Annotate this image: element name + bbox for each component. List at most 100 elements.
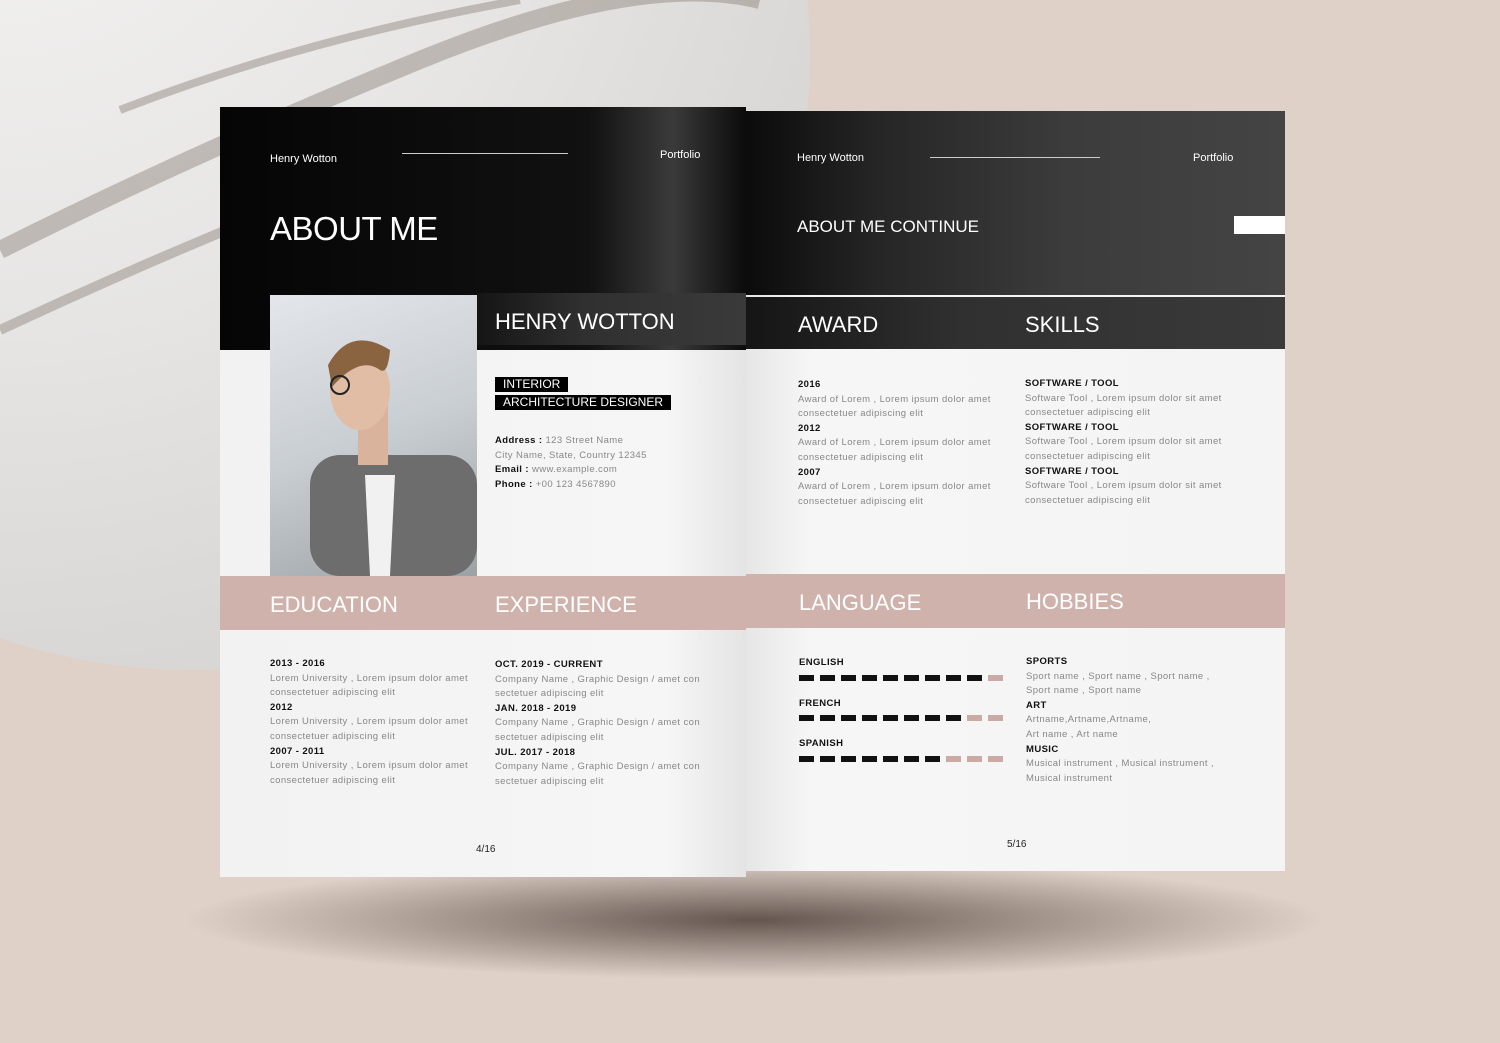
level-segment <box>820 755 835 762</box>
level-segment <box>946 755 961 762</box>
entry-text: Musical instrument , Musical instrument … <box>1026 758 1214 770</box>
level-segment <box>883 674 898 681</box>
language-level-bar <box>799 674 1003 681</box>
brochure-shadow <box>180 860 1330 980</box>
entry-heading: 2012 <box>798 422 821 434</box>
level-segment <box>820 715 835 722</box>
entry-text: Award of Lorem , Lorem ipsum dolor amet <box>798 437 991 449</box>
level-segment <box>967 755 982 762</box>
entry-text: Company Name , Graphic Design / amet con <box>495 761 701 773</box>
level-segment <box>862 715 877 722</box>
entry-heading: SOFTWARE / TOOL <box>1025 465 1119 477</box>
entry-text: Company Name , Graphic Design / amet con <box>495 717 701 729</box>
entry-text: Award of Lorem , Lorem ipsum dolor amet <box>798 481 991 493</box>
level-segment <box>988 755 1003 762</box>
title-marker <box>1234 216 1285 234</box>
contact-value: City Name, State, Country 12345 <box>495 449 647 461</box>
level-segment <box>904 755 919 762</box>
language-name: ENGLISH <box>799 657 845 668</box>
entry-text: Software Tool , Lorem ipsum dolor sit am… <box>1025 436 1222 448</box>
page-title: ABOUT ME CONTINUE <box>797 217 979 236</box>
level-segment <box>967 715 982 722</box>
entry-text: consectetuer adipiscing elit <box>798 495 924 507</box>
entry-text: consectetuer adipiscing elit <box>1025 407 1151 419</box>
entry-heading: 2013 - 2016 <box>270 658 326 669</box>
role-tag: ARCHITECTURE DESIGNER <box>495 395 672 410</box>
entry-heading: 2007 <box>798 466 821 478</box>
header-name: Henry Wotton <box>797 152 865 164</box>
contact-label: Phone : <box>495 478 533 490</box>
entry-text: Lorem University , Lorem ipsum dolor ame… <box>270 716 469 728</box>
contact-value: www.example.com <box>532 464 618 476</box>
language-list: ENGLISH FRENCH SPANISH <box>799 656 1003 778</box>
page-title: ABOUT ME <box>270 210 438 247</box>
left-page: Henry Wotton Portfolio ABOUT ME HENRY WO… <box>220 107 746 877</box>
level-segment <box>883 715 898 722</box>
level-segment <box>883 755 898 762</box>
person-name: HENRY WOTTON <box>495 309 675 334</box>
level-segment <box>841 755 856 762</box>
contact-value: 123 Street Name <box>545 435 624 446</box>
divider <box>402 153 568 154</box>
entry-text: sectetuer adipiscing elit <box>495 775 604 787</box>
entry-text: Lorem University , Lorem ipsum dolor ame… <box>270 760 469 772</box>
contact-info: Address : 123 Street Name City Name, Sta… <box>495 434 647 492</box>
entry-text: Software Tool , Lorem ipsum dolor sit am… <box>1025 480 1222 492</box>
level-segment <box>862 674 877 681</box>
level-segment <box>988 674 1003 681</box>
level-segment <box>925 715 940 722</box>
entry-text: consectetuer adipiscing elit <box>1025 450 1151 462</box>
level-segment <box>925 674 940 681</box>
entry-text: Lorem University , Lorem ipsum dolor ame… <box>270 672 469 684</box>
entry-text: Art name , Art name <box>1026 728 1119 740</box>
contact-label: Address : <box>495 435 543 446</box>
entry-heading: SPORTS <box>1026 656 1068 667</box>
level-segment <box>925 755 940 762</box>
entry-heading: MUSIC <box>1026 743 1059 755</box>
entry-text: Musical instrument <box>1026 772 1113 784</box>
level-segment <box>820 674 835 681</box>
entry-text: consectetuer adipiscing elit <box>798 408 924 420</box>
level-segment <box>799 674 814 681</box>
level-segment <box>904 674 919 681</box>
skills-title: SKILLS <box>1025 312 1100 337</box>
level-segment <box>904 715 919 722</box>
entry-text: Sport name , Sport name , Sport name , <box>1026 670 1210 682</box>
entry-text: consectetuer adipiscing elit <box>1025 494 1151 506</box>
entry-text: sectetuer adipiscing elit <box>495 688 604 700</box>
entry-heading: OCT. 2019 - CURRENT <box>495 659 603 670</box>
entry-text: consectetuer adipiscing elit <box>270 730 396 742</box>
entry-heading: SOFTWARE / TOOL <box>1025 421 1119 433</box>
divider <box>930 157 1100 158</box>
level-segment <box>946 715 961 722</box>
entry-text: consectetuer adipiscing elit <box>270 687 396 699</box>
entry-heading: SOFTWARE / TOOL <box>1025 378 1119 389</box>
level-segment <box>862 755 877 762</box>
contact-label: Email : <box>495 464 529 476</box>
award-title: AWARD <box>798 312 879 337</box>
entry-heading: 2007 - 2011 <box>270 745 325 757</box>
entry-heading: JAN. 2018 - 2019 <box>495 702 577 714</box>
entry-heading: 2012 <box>270 701 293 713</box>
level-segment <box>841 674 856 681</box>
skills-list: SOFTWARE / TOOL Software Tool , Lorem ips… <box>1025 377 1222 508</box>
language-name: SPANISH <box>799 738 844 750</box>
level-segment <box>841 715 856 722</box>
experience-title: EXPERIENCE <box>495 592 637 617</box>
language-level-bar <box>799 755 1003 762</box>
education-list: 2013 - 2016 Lorem University , Lorem ipsu… <box>270 657 468 788</box>
level-segment <box>967 674 982 681</box>
entry-text: Sport name , Sport name <box>1026 685 1142 697</box>
hobbies-title: HOBBIES <box>1026 589 1124 614</box>
entry-text: Award of Lorem , Lorem ipsum dolor amet <box>798 393 991 405</box>
entry-heading: 2016 <box>798 379 821 390</box>
level-segment <box>799 715 814 722</box>
language-level-bar <box>799 715 1003 722</box>
level-segment <box>946 674 961 681</box>
language-title: LANGUAGE <box>799 590 922 615</box>
level-segment <box>988 715 1003 722</box>
language-name: FRENCH <box>799 697 841 709</box>
entry-text: Company Name , Graphic Design / amet con <box>495 673 701 685</box>
award-list: 2016 Award of Lorem , Lorem ipsum dolor a… <box>798 378 991 509</box>
entry-text: sectetuer adipiscing elit <box>495 731 604 743</box>
